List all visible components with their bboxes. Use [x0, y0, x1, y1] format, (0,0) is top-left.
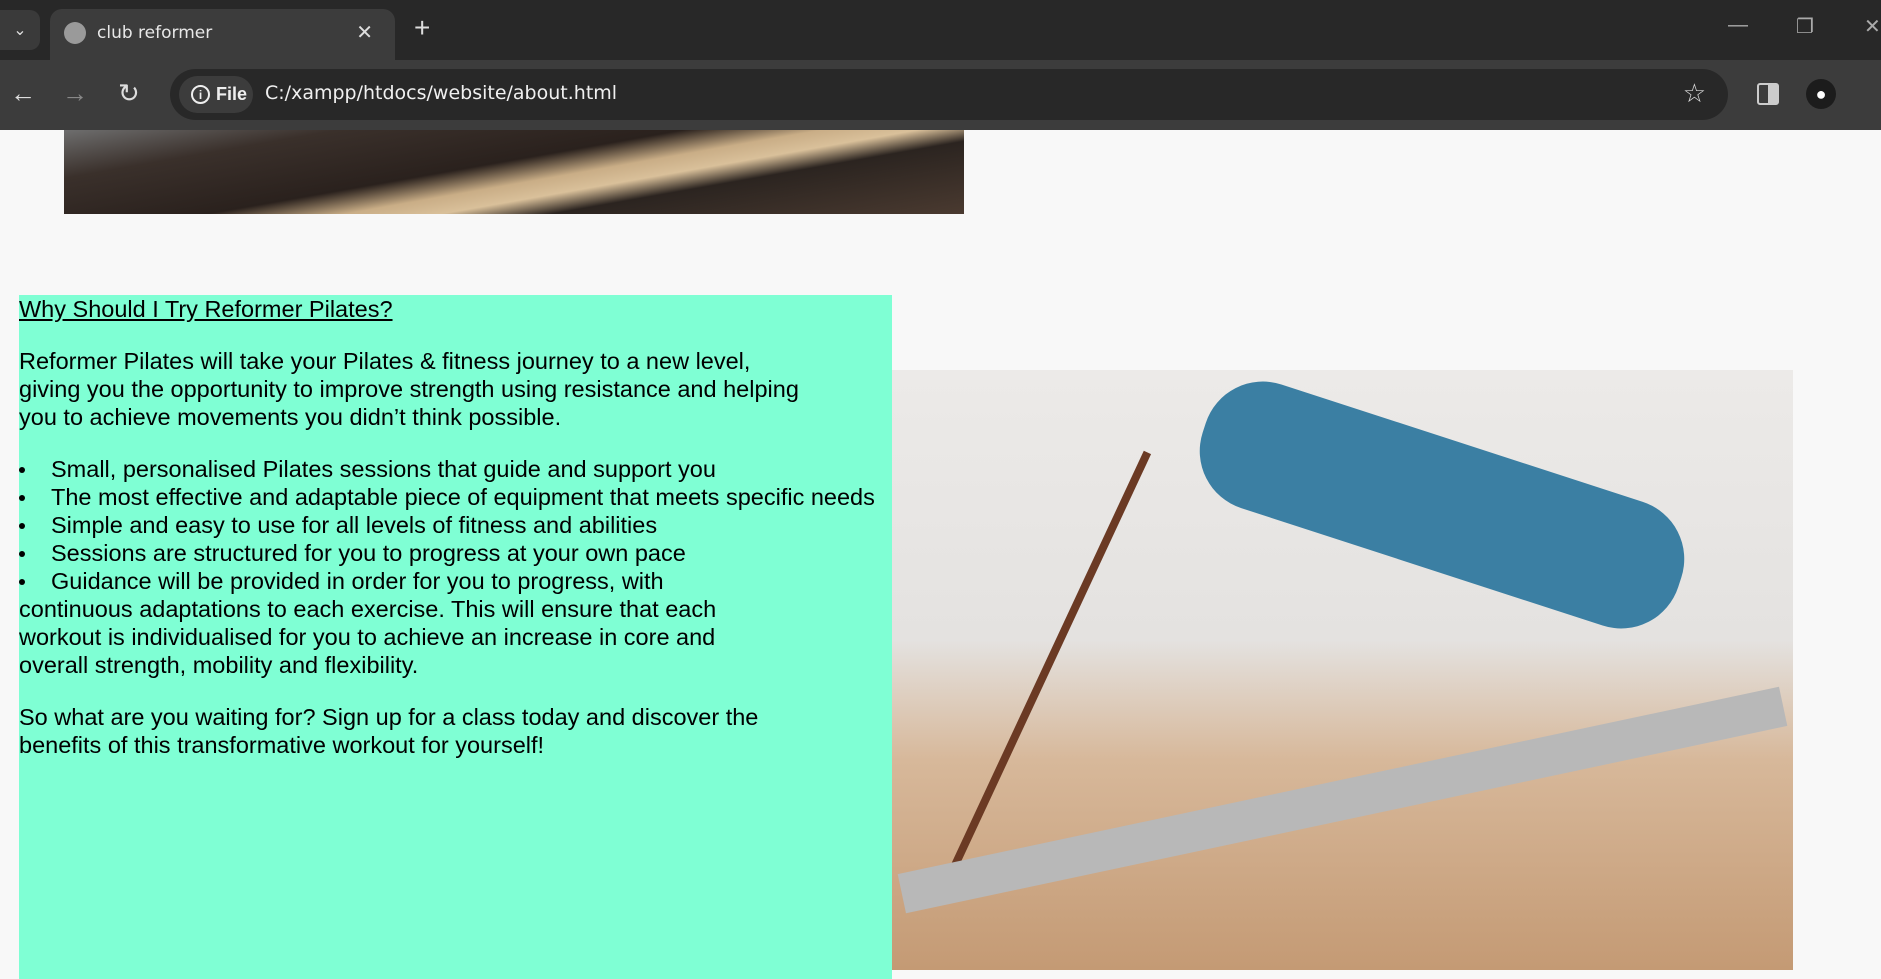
globe-icon — [64, 22, 86, 44]
file-label: File — [216, 84, 248, 104]
section-heading: Why Should I Try Reformer Pilates? — [19, 296, 393, 322]
reformer-rail-shape — [897, 686, 1788, 914]
list-item: Sessions are structured for you to progr… — [19, 539, 892, 567]
intro-paragraph: Reformer Pilates will take your Pilates … — [19, 348, 799, 430]
guidance-continuation: continuous adaptations to each exercise.… — [19, 596, 717, 678]
new-tab-button[interactable]: + — [414, 12, 430, 44]
reformer-machine-image — [64, 130, 964, 214]
tab-club-reformer[interactable]: club reformer ✕ — [50, 9, 395, 60]
closing-paragraph: So what are you waiting for? Sign up for… — [19, 704, 759, 758]
more-menu-icon[interactable]: ⋮ — [1872, 72, 1881, 94]
list-item: Simple and easy to use for all levels of… — [19, 511, 892, 539]
back-icon[interactable]: ← — [10, 78, 36, 109]
list-item: Small, personalised Pilates sessions tha… — [19, 455, 892, 483]
address-bar[interactable]: i File C:/xampp/htdocs/website/about.htm… — [170, 69, 1728, 120]
tab-title: club reformer — [97, 23, 213, 43]
list-item: The most effective and adaptable piece o… — [19, 483, 892, 511]
strap-shape — [940, 450, 1152, 890]
reload-icon[interactable]: ↻ — [118, 78, 140, 109]
minimize-icon[interactable]: — — [1728, 14, 1748, 37]
profile-avatar-icon[interactable]: ● — [1806, 79, 1836, 109]
browser-toolbar: ← → ↻ i File C:/xampp/htdocs/website/abo… — [0, 60, 1881, 130]
chevron-down-icon: ⌄ — [13, 22, 27, 39]
forward-icon[interactable]: → — [62, 78, 88, 109]
close-window-icon[interactable]: ✕ — [1864, 14, 1881, 39]
benefits-list: Small, personalised Pilates sessions tha… — [19, 455, 892, 595]
restore-icon[interactable]: ❐ — [1796, 14, 1814, 39]
site-info-chip[interactable]: i File — [179, 76, 253, 113]
legs-shape — [1184, 365, 1700, 645]
tab-search-button[interactable]: ⌄ — [0, 10, 40, 50]
info-icon: i — [191, 85, 210, 104]
why-reformer-section: Why Should I Try Reformer Pilates? Refor… — [19, 295, 892, 979]
bookmark-star-icon[interactable]: ☆ — [1683, 78, 1706, 109]
side-panel-icon[interactable] — [1757, 83, 1779, 105]
pilates-exercise-image — [892, 365, 1793, 970]
url-text[interactable]: C:/xampp/htdocs/website/about.html — [265, 82, 617, 104]
close-tab-icon[interactable]: ✕ — [356, 20, 373, 44]
list-item: Guidance will be provided in order for y… — [19, 567, 892, 595]
tab-bar: ⌄ club reformer ✕ + — ❐ ✕ — [0, 0, 1881, 60]
